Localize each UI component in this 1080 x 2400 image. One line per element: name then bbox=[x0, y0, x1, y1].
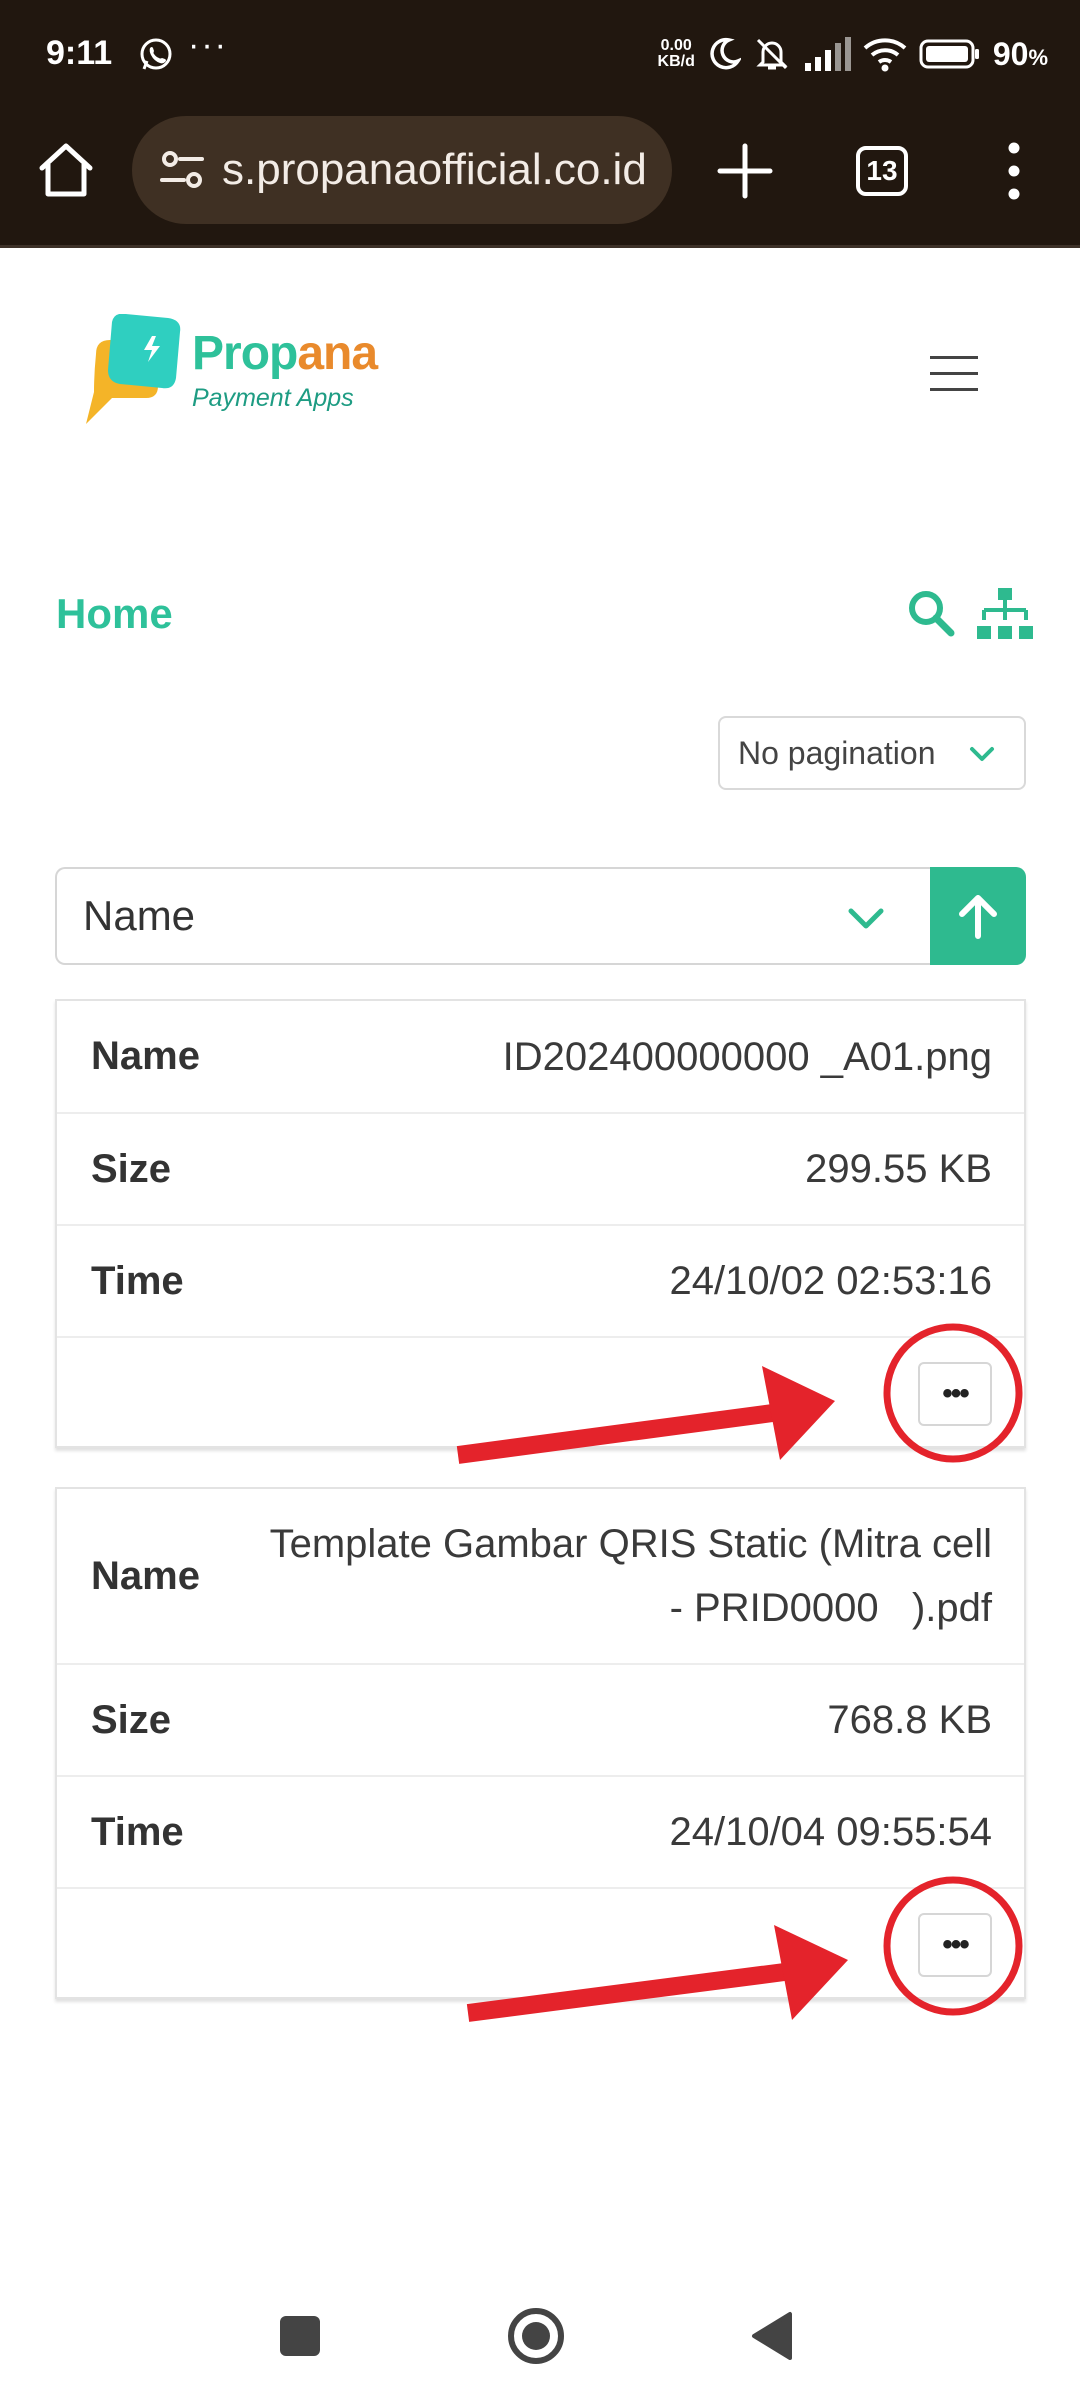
file-size-row: Size 768.8 KB bbox=[57, 1665, 1024, 1777]
arrow-up-icon bbox=[959, 895, 997, 939]
status-indicators: 0.00 KB/d 90% bbox=[658, 32, 1048, 76]
file-size: 768.8 KB bbox=[827, 1698, 992, 1742]
file-more-button[interactable]: ••• bbox=[918, 1913, 992, 1977]
chevron-down-icon bbox=[970, 747, 994, 761]
whatsapp-icon bbox=[140, 38, 172, 70]
status-more-dots: ··· bbox=[188, 26, 228, 64]
bell-off-icon bbox=[756, 38, 788, 70]
chrome-divider bbox=[0, 245, 1080, 248]
pagination-select[interactable]: No pagination bbox=[718, 716, 1026, 790]
network-speed: 0.00 KB/d bbox=[657, 37, 695, 70]
propana-logo[interactable]: Propana Payment Apps bbox=[78, 314, 378, 430]
file-name-row: Name Template Gambar QRIS Static (Mitra … bbox=[57, 1489, 1024, 1665]
file-size-row: Size 299.55 KB bbox=[57, 1114, 1024, 1226]
battery-icon bbox=[919, 39, 979, 69]
browser-menu-icon[interactable] bbox=[996, 140, 1032, 202]
file-time: 24/10/04 09:55:54 bbox=[669, 1810, 992, 1854]
time-label: Time bbox=[91, 1809, 184, 1854]
file-time: 24/10/02 02:53:16 bbox=[669, 1259, 992, 1303]
nav-back-icon[interactable] bbox=[748, 2310, 794, 2362]
sort-field-value: Name bbox=[83, 892, 196, 939]
status-time: 9:11 bbox=[46, 34, 113, 72]
nav-home-icon[interactable] bbox=[506, 2306, 566, 2366]
file-name: ID202400000000 _A01.png bbox=[502, 1034, 992, 1079]
size-label: Size bbox=[91, 1146, 172, 1191]
file-card: Name Template Gambar QRIS Static (Mitra … bbox=[55, 1487, 1026, 1999]
file-name: Template Gambar QRIS Static (Mitra cell … bbox=[269, 1522, 992, 1630]
file-time-row: Time 24/10/02 02:53:16 bbox=[57, 1226, 1024, 1338]
pagination-value: No pagination bbox=[738, 734, 936, 771]
recent-apps-button[interactable] bbox=[280, 2316, 320, 2356]
name-label: Name bbox=[91, 1553, 200, 1598]
file-name-row: Name ID202400000000 _A01.png bbox=[57, 1001, 1024, 1114]
url-text[interactable]: s.propanaofficial.co.id bbox=[222, 145, 647, 195]
logo-tagline: Payment Apps bbox=[192, 384, 354, 412]
file-size: 299.55 KB bbox=[805, 1147, 992, 1191]
file-more-button[interactable]: ••• bbox=[918, 1362, 992, 1426]
sort-direction-button[interactable] bbox=[930, 867, 1026, 965]
name-label: Name bbox=[91, 1034, 200, 1078]
battery-percent: 90% bbox=[992, 35, 1048, 72]
size-label: Size bbox=[91, 1697, 172, 1742]
moon-icon bbox=[710, 37, 741, 70]
tab-switcher-button[interactable]: 13 bbox=[856, 146, 908, 196]
sort-field-select[interactable]: Name bbox=[55, 867, 930, 965]
time-label: Time bbox=[91, 1258, 184, 1303]
file-time-row: Time 24/10/04 09:55:54 bbox=[57, 1777, 1024, 1889]
new-tab-icon[interactable] bbox=[714, 140, 776, 202]
signal-icon bbox=[804, 37, 851, 71]
wifi-icon bbox=[863, 38, 907, 72]
chevron-down-icon bbox=[848, 908, 884, 929]
sitemap-icon[interactable] bbox=[976, 588, 1034, 640]
logo-title: Propana bbox=[192, 327, 378, 380]
file-actions: ••• bbox=[57, 1338, 1024, 1446]
site-settings-icon[interactable] bbox=[156, 144, 208, 196]
browser-chrome: 9:11 ··· 0.00 KB/d 90% s.propanaofficial… bbox=[0, 0, 1080, 248]
hamburger-menu-icon[interactable] bbox=[930, 356, 978, 392]
address-bar[interactable]: s.propanaofficial.co.id bbox=[132, 116, 672, 224]
logo-mark-icon bbox=[86, 314, 181, 424]
search-icon[interactable] bbox=[906, 588, 956, 638]
file-card: Name ID202400000000 _A01.png Size 299.55… bbox=[55, 999, 1026, 1448]
file-actions: ••• bbox=[57, 1889, 1024, 1997]
home-icon[interactable] bbox=[36, 140, 96, 200]
breadcrumb-home[interactable]: Home bbox=[56, 590, 173, 638]
